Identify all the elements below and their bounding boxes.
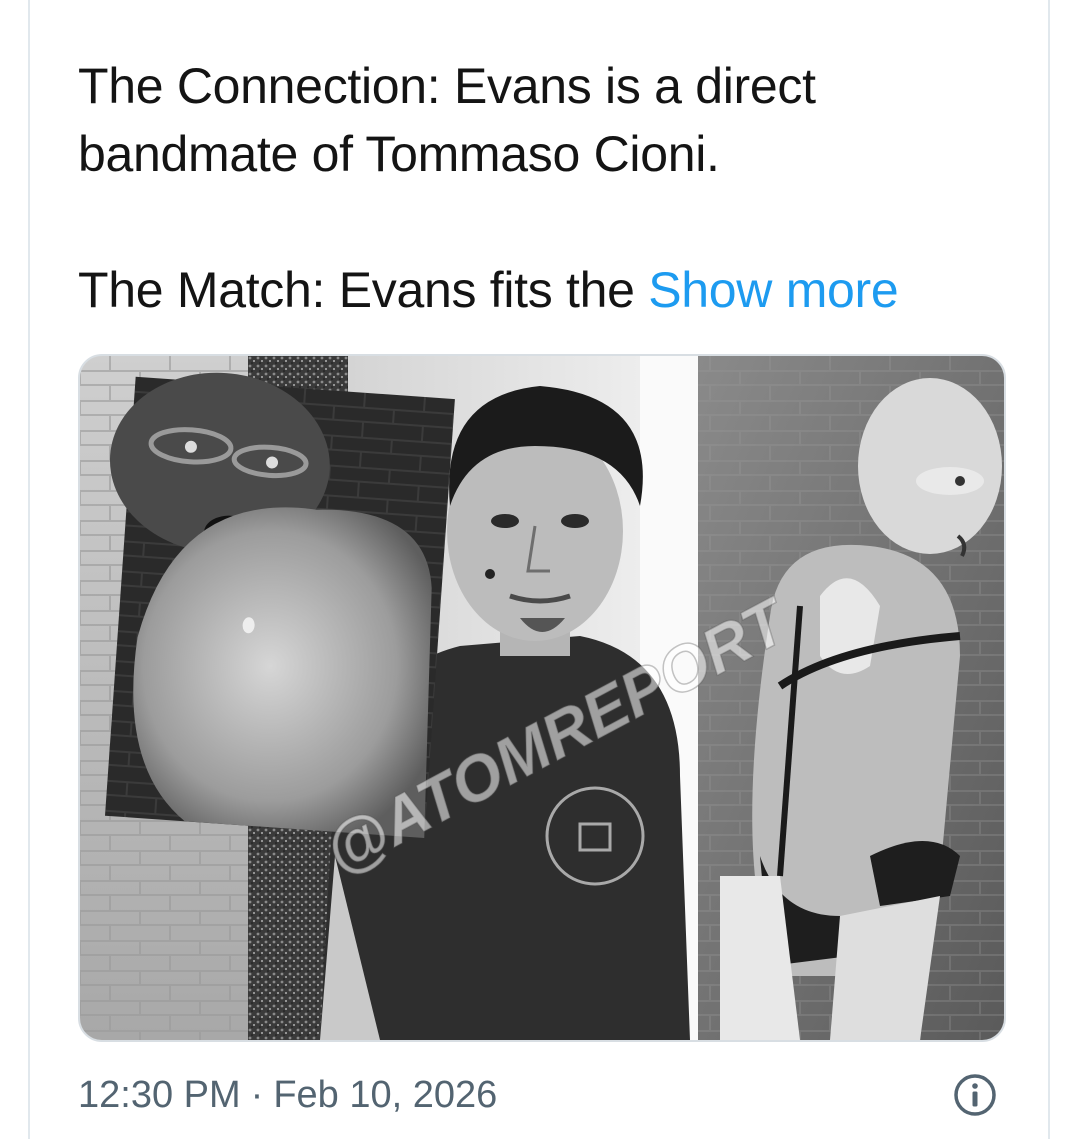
timestamp-separator: · bbox=[250, 1074, 264, 1116]
inset-masked-face-photo bbox=[104, 372, 455, 839]
tweet-footer: 12:30 PM · Feb 10, 2026 bbox=[78, 1068, 1006, 1120]
tweet-media-image[interactable]: @ATOMREPORT bbox=[78, 354, 1006, 1042]
tweet-line-3: The Match: Evans fits the Show more bbox=[78, 256, 1018, 324]
tweet-line-2: bandmate of Tommaso Cioni. bbox=[78, 126, 720, 182]
tweet-text: The Connection: Evans is a direct bandma… bbox=[78, 52, 1018, 324]
timestamp[interactable]: 12:30 PM · Feb 10, 2026 bbox=[78, 1074, 497, 1117]
timestamp-time: 12:30 PM bbox=[78, 1074, 241, 1116]
info-icon[interactable] bbox=[952, 1072, 998, 1118]
tweet-line-3-text: The Match: Evans fits the bbox=[78, 262, 649, 318]
tweet-line-1: The Connection: Evans is a direct bbox=[78, 58, 816, 114]
timestamp-date: Feb 10, 2026 bbox=[273, 1074, 498, 1116]
show-more-link[interactable]: Show more bbox=[648, 262, 898, 318]
tweet-card: The Connection: Evans is a direct bandma… bbox=[28, 0, 1050, 1139]
